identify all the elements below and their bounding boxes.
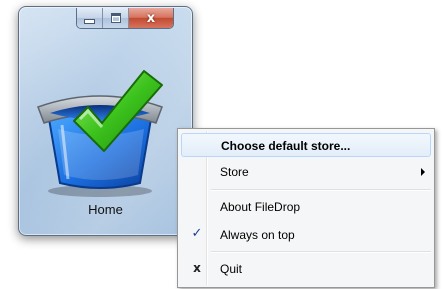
menu-item-store[interactable]: Store	[181, 160, 431, 184]
filedrop-window[interactable]: x Home	[18, 6, 193, 236]
app-label: Home	[88, 202, 123, 217]
menu-separator	[211, 251, 431, 253]
menu-item-label: Store	[220, 165, 249, 179]
menu-item-label: Choose default store...	[221, 139, 351, 153]
submenu-arrow-icon	[421, 168, 425, 176]
minimize-icon	[84, 18, 95, 24]
close-icon: x	[146, 10, 156, 26]
menu-item-label: Quit	[220, 262, 243, 276]
caption-buttons: x	[76, 8, 174, 29]
menu-item-label: Always on top	[220, 228, 295, 242]
close-button[interactable]: x	[129, 8, 173, 28]
check-icon: ✓	[191, 226, 203, 241]
minimize-button[interactable]	[77, 8, 103, 28]
maximize-button[interactable]	[103, 8, 129, 28]
quit-icon: x	[193, 261, 201, 275]
context-menu: Choose default store... Store About File…	[177, 128, 435, 288]
menu-item-choose-default-store[interactable]: Choose default store...	[181, 133, 431, 157]
menu-separator	[211, 189, 431, 191]
menu-item-about[interactable]: About FileDrop	[181, 195, 431, 219]
maximize-icon	[110, 13, 121, 23]
menu-item-quit[interactable]: x Quit	[181, 257, 431, 281]
menu-item-always-on-top[interactable]: ✓ Always on top	[181, 223, 431, 247]
menu-item-label: About FileDrop	[220, 200, 301, 214]
checked-basket-icon[interactable]	[28, 51, 178, 201]
